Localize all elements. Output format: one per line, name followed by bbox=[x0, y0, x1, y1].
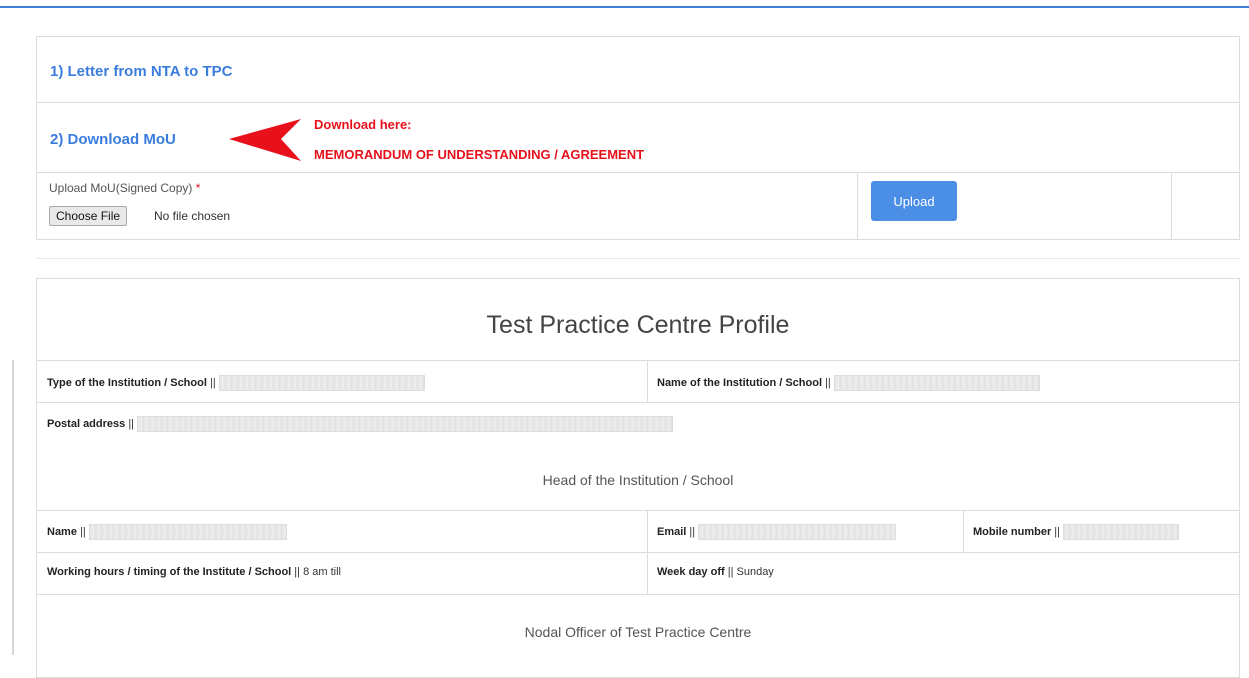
file-status-text: No file chosen bbox=[154, 209, 231, 223]
upload-row: Upload MoU(Signed Copy) * Choose File No… bbox=[37, 173, 1239, 239]
mou-panel: 1) Letter from NTA to TPC 2) Download Mo… bbox=[36, 36, 1240, 240]
redacted-value bbox=[698, 524, 897, 540]
redacted-value bbox=[88, 524, 287, 540]
top-accent-line bbox=[0, 6, 1249, 8]
upload-col-divider bbox=[857, 173, 858, 239]
tpc-profile-panel: Test Practice Centre Profile Type of the… bbox=[36, 278, 1240, 678]
name-of-institution-cell: Name of the Institution / School || bbox=[657, 375, 1040, 391]
nodal-officer-heading: Nodal Officer of Test Practice Centre bbox=[524, 624, 752, 640]
download-mou-row: 2) Download MoU Download here: MEMORANDU… bbox=[37, 103, 1239, 173]
type-of-institution-cell: Type of the Institution / School || bbox=[47, 375, 425, 391]
redacted-value bbox=[1063, 524, 1180, 540]
head-email-cell: Email || bbox=[657, 524, 897, 540]
week-day-off-cell: Week day off || Sunday bbox=[657, 566, 774, 578]
row-divider bbox=[37, 552, 1239, 553]
col-divider bbox=[647, 552, 648, 594]
letter-from-nta-link[interactable]: 1) Letter from NTA to TPC bbox=[50, 63, 233, 80]
section-separator bbox=[36, 258, 1240, 259]
left-scroll-rail bbox=[12, 360, 14, 655]
head-of-institution-heading: Head of the Institution / School bbox=[542, 472, 734, 488]
redacted-value bbox=[218, 375, 425, 391]
upload-mou-label: Upload MoU(Signed Copy) * bbox=[49, 181, 201, 195]
head-name-cell: Name || bbox=[47, 524, 287, 540]
postal-address-cell: Postal address || bbox=[47, 416, 674, 432]
choose-file-button[interactable]: Choose File bbox=[49, 206, 128, 226]
upload-col-divider-right bbox=[1171, 173, 1172, 239]
row-divider bbox=[37, 402, 1239, 403]
upload-button[interactable]: Upload bbox=[871, 181, 957, 221]
required-asterisk: * bbox=[195, 181, 201, 195]
redacted-value bbox=[137, 416, 674, 432]
col-divider bbox=[963, 510, 964, 552]
row-divider bbox=[37, 594, 1239, 595]
working-hours-cell: Working hours / timing of the Institute … bbox=[47, 566, 341, 578]
row-divider bbox=[37, 360, 1239, 361]
download-mou-link[interactable]: 2) Download MoU bbox=[50, 131, 176, 148]
col-divider bbox=[647, 360, 648, 402]
col-divider bbox=[647, 510, 648, 552]
letter-row: 1) Letter from NTA to TPC bbox=[37, 37, 1239, 103]
row-divider bbox=[37, 510, 1239, 511]
redacted-value bbox=[833, 375, 1040, 391]
download-here-text: Download here: bbox=[314, 117, 412, 132]
memorandum-link[interactable]: MEMORANDUM OF UNDERSTANDING / AGREEMENT bbox=[314, 147, 644, 162]
page-title: Test Practice Centre Profile bbox=[486, 311, 790, 339]
head-mobile-cell: Mobile number || bbox=[973, 524, 1180, 540]
